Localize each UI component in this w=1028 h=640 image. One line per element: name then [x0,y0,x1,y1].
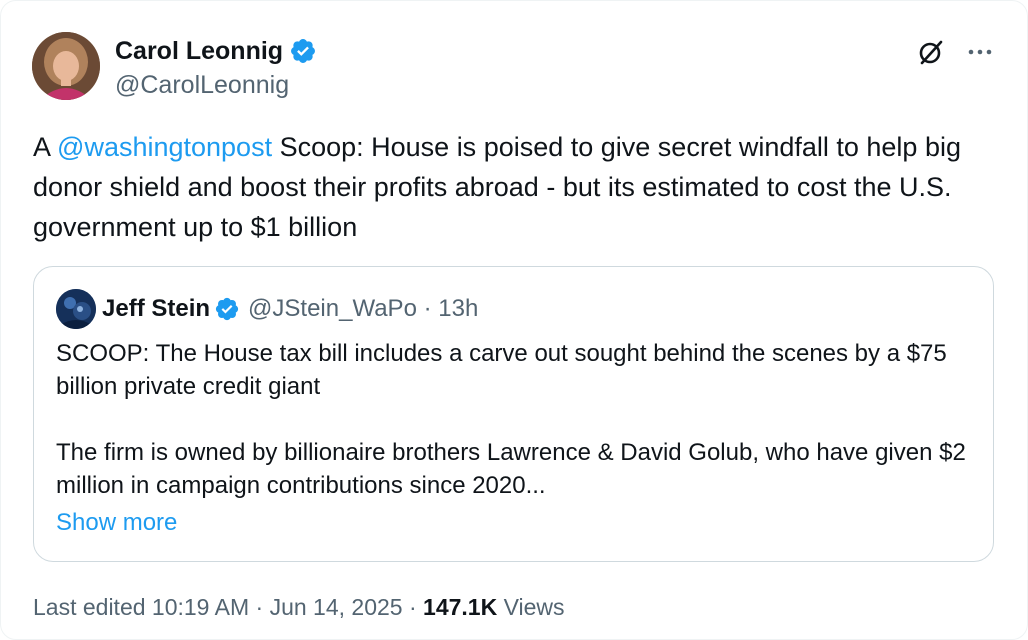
mention-link[interactable]: @washingtonpost [57,132,272,162]
edited-label[interactable]: Last edited [33,594,152,620]
quoted-author-avatar[interactable] [56,289,96,329]
quoted-tweet-text: SCOOP: The House tax bill includes a car… [56,337,981,502]
quoted-paragraph-1: SCOOP: The House tax bill includes a car… [56,340,947,400]
quoted-author-name[interactable]: Jeff Stein [102,295,210,323]
more-horizontal-icon[interactable] [963,35,997,69]
quoted-separator: · [416,295,439,322]
author-handle[interactable]: @CarolLeonnig [115,69,289,101]
tweet-card[interactable]: Carol Leonnig @CarolLeonnig A @washingto… [0,0,1028,640]
author-name-row[interactable]: Carol Leonnig [115,35,317,67]
verified-badge-icon [291,39,316,63]
quoted-paragraph-2: The firm is owned by billionaire brother… [56,439,966,499]
show-more-link[interactable]: Show more [56,506,177,539]
tweet-text-prefix: A [33,132,58,162]
views-label[interactable]: Views [497,594,565,620]
meta-separator-1: · [249,594,270,620]
quoted-verified-badge-icon [215,297,239,321]
grok-slash-icon[interactable] [913,35,947,69]
views-count[interactable]: 147.1K [423,594,497,620]
tweet-text: A @washingtonpost Scoop: House is poised… [33,127,983,247]
quoted-author-handle[interactable]: @JStein_WaPo [248,295,417,323]
meta-separator-2: · [402,594,424,620]
quoted-avatar-photo-icon [56,289,96,329]
tweet-meta-row: Last edited 10:19 AM · Jun 14, 2025 · 14… [33,591,565,623]
author-avatar[interactable] [32,32,100,100]
quoted-tweet-header: Jeff Stein @JStein_WaPo · 13h [56,289,478,329]
quoted-tweet[interactable]: Jeff Stein @JStein_WaPo · 13h SCOOP: The… [33,266,994,562]
quoted-timestamp[interactable]: 13h [438,295,478,323]
avatar-photo-icon [32,32,100,100]
author-name[interactable]: Carol Leonnig [115,35,283,67]
tweet-time[interactable]: 10:19 AM [152,594,249,620]
tweet-date[interactable]: Jun 14, 2025 [270,594,403,620]
